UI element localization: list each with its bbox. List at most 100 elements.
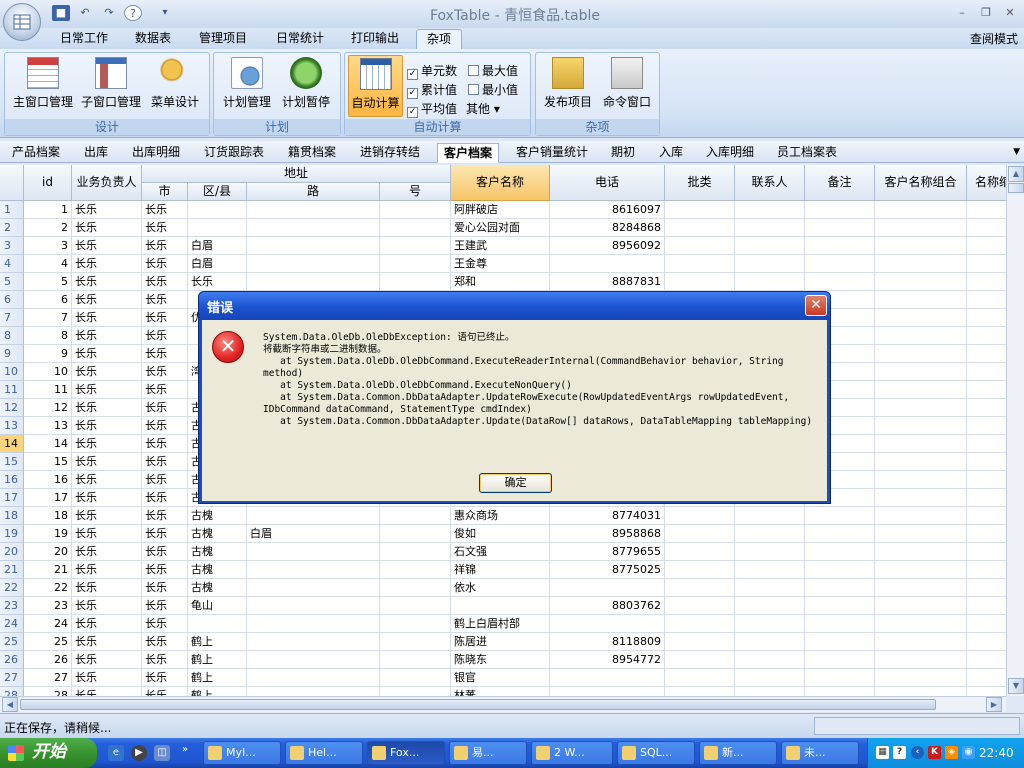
cell-road[interactable] — [247, 201, 380, 219]
cell-empty[interactable] — [967, 543, 1006, 561]
cell-customer-name[interactable]: 陈居进 — [451, 633, 550, 651]
back-arrow-icon[interactable]: ‹ — [911, 746, 924, 759]
cell-road[interactable] — [247, 255, 380, 273]
cell-city[interactable]: 长乐 — [142, 615, 188, 633]
cell-empty[interactable] — [665, 219, 735, 237]
min-value-checkbox[interactable]: 最小值 — [468, 81, 518, 98]
horizontal-scroll-thumb[interactable] — [20, 699, 936, 710]
cell-phone[interactable]: 8803762 — [550, 597, 665, 615]
cell-empty[interactable] — [665, 615, 735, 633]
cell-empty[interactable] — [967, 417, 1006, 435]
cell-county[interactable]: 鹤上 — [188, 633, 247, 651]
main-window-manage-button[interactable]: 主窗口管理 — [9, 55, 77, 117]
desktop-icon[interactable]: ◫ — [154, 745, 170, 761]
scroll-right-icon[interactable]: ▶ — [986, 697, 1002, 712]
help-icon[interactable]: ? — [124, 5, 142, 21]
cell-empty[interactable] — [805, 633, 875, 651]
cell-number[interactable] — [380, 615, 451, 633]
taskbar-item[interactable]: 未... — [781, 741, 859, 765]
table-tab[interactable]: 客户档案 — [437, 143, 500, 163]
start-button[interactable]: 开始 — [0, 738, 97, 768]
cell-city[interactable]: 长乐 — [142, 651, 188, 669]
undo-icon[interactable]: ↶ — [76, 5, 94, 21]
read-mode-button[interactable]: 查阅模式 — [970, 30, 1018, 47]
cell-phone[interactable]: 8616097 — [550, 201, 665, 219]
row-header[interactable]: 8 — [0, 327, 24, 345]
table-tab[interactable]: 进销存转结 — [360, 143, 420, 163]
cell-empty[interactable] — [875, 615, 967, 633]
cell-road[interactable] — [247, 687, 380, 696]
tab-list-dropdown-icon[interactable]: ▼ — [1013, 147, 1020, 157]
cell-id[interactable]: 6 — [24, 291, 72, 309]
cell-city[interactable]: 长乐 — [142, 633, 188, 651]
cell-id[interactable]: 18 — [24, 507, 72, 525]
cell-id[interactable]: 9 — [24, 345, 72, 363]
cell-empty[interactable] — [875, 237, 967, 255]
table-tab[interactable]: 籍贯档案 — [288, 143, 336, 163]
cell-road[interactable] — [247, 615, 380, 633]
cell-id[interactable]: 11 — [24, 381, 72, 399]
cell-city[interactable]: 长乐 — [142, 381, 188, 399]
cell-id[interactable]: 22 — [24, 579, 72, 597]
cell-customer-name[interactable]: 鹤上白眉村部 — [451, 615, 550, 633]
cell-id[interactable]: 4 — [24, 255, 72, 273]
cell-customer-name[interactable]: 银官 — [451, 669, 550, 687]
cell-customer-name[interactable]: 祥锦 — [451, 561, 550, 579]
cell-empty[interactable] — [735, 543, 805, 561]
cell-phone[interactable] — [550, 255, 665, 273]
cell-city[interactable]: 长乐 — [142, 669, 188, 687]
cell-empty[interactable] — [875, 489, 967, 507]
cell-empty[interactable] — [967, 687, 1006, 696]
cell-city[interactable]: 长乐 — [142, 579, 188, 597]
close-button[interactable]: ✕ — [1002, 6, 1018, 20]
max-value-checkbox[interactable]: 最大值 — [468, 62, 518, 79]
cell-road[interactable] — [247, 633, 380, 651]
cell-empty[interactable] — [967, 489, 1006, 507]
cell-empty[interactable] — [805, 201, 875, 219]
cell-number[interactable] — [380, 219, 451, 237]
scroll-left-icon[interactable]: ◀ — [2, 697, 18, 712]
avg-value-checkbox[interactable]: ✓ 平均值 — [407, 100, 457, 118]
cell-owner[interactable]: 长乐 — [72, 435, 142, 453]
cell-empty[interactable] — [875, 309, 967, 327]
cell-empty[interactable] — [875, 633, 967, 651]
cell-empty[interactable] — [875, 399, 967, 417]
cell-empty[interactable] — [735, 615, 805, 633]
cell-owner[interactable]: 长乐 — [72, 201, 142, 219]
row-header[interactable]: 6 — [0, 291, 24, 309]
cell-number[interactable] — [380, 255, 451, 273]
cell-id[interactable]: 13 — [24, 417, 72, 435]
header-road[interactable]: 路 — [247, 183, 380, 201]
cell-road[interactable] — [247, 669, 380, 687]
cell-empty[interactable] — [665, 255, 735, 273]
cell-empty[interactable] — [967, 633, 1006, 651]
cell-county[interactable]: 古槐 — [188, 525, 247, 543]
cell-city[interactable]: 长乐 — [142, 453, 188, 471]
table-tab[interactable]: 入库 — [659, 143, 683, 163]
cell-customer-name[interactable]: 王建武 — [451, 237, 550, 255]
cell-owner[interactable]: 长乐 — [72, 345, 142, 363]
row-header[interactable]: 20 — [0, 543, 24, 561]
cell-county[interactable]: 白眉 — [188, 237, 247, 255]
cell-number[interactable] — [380, 507, 451, 525]
cell-empty[interactable] — [967, 525, 1006, 543]
row-header[interactable]: 18 — [0, 507, 24, 525]
cell-empty[interactable] — [967, 399, 1006, 417]
cell-empty[interactable] — [735, 687, 805, 696]
cell-city[interactable]: 长乐 — [142, 345, 188, 363]
cell-phone[interactable] — [550, 687, 665, 696]
cell-owner[interactable]: 长乐 — [72, 597, 142, 615]
cell-empty[interactable] — [967, 435, 1006, 453]
grid-corner[interactable] — [0, 165, 24, 201]
cell-phone[interactable]: 8954772 — [550, 651, 665, 669]
header-county[interactable]: 区/县 — [188, 183, 247, 201]
cell-road[interactable] — [247, 237, 380, 255]
cell-id[interactable]: 27 — [24, 669, 72, 687]
table-tab[interactable]: 期初 — [611, 143, 635, 163]
cell-empty[interactable] — [967, 201, 1006, 219]
media-player-icon[interactable]: ▶ — [131, 745, 147, 761]
cell-empty[interactable] — [875, 453, 967, 471]
taskbar-item[interactable]: Hel... — [285, 741, 363, 765]
cell-empty[interactable] — [665, 633, 735, 651]
cell-empty[interactable] — [875, 579, 967, 597]
